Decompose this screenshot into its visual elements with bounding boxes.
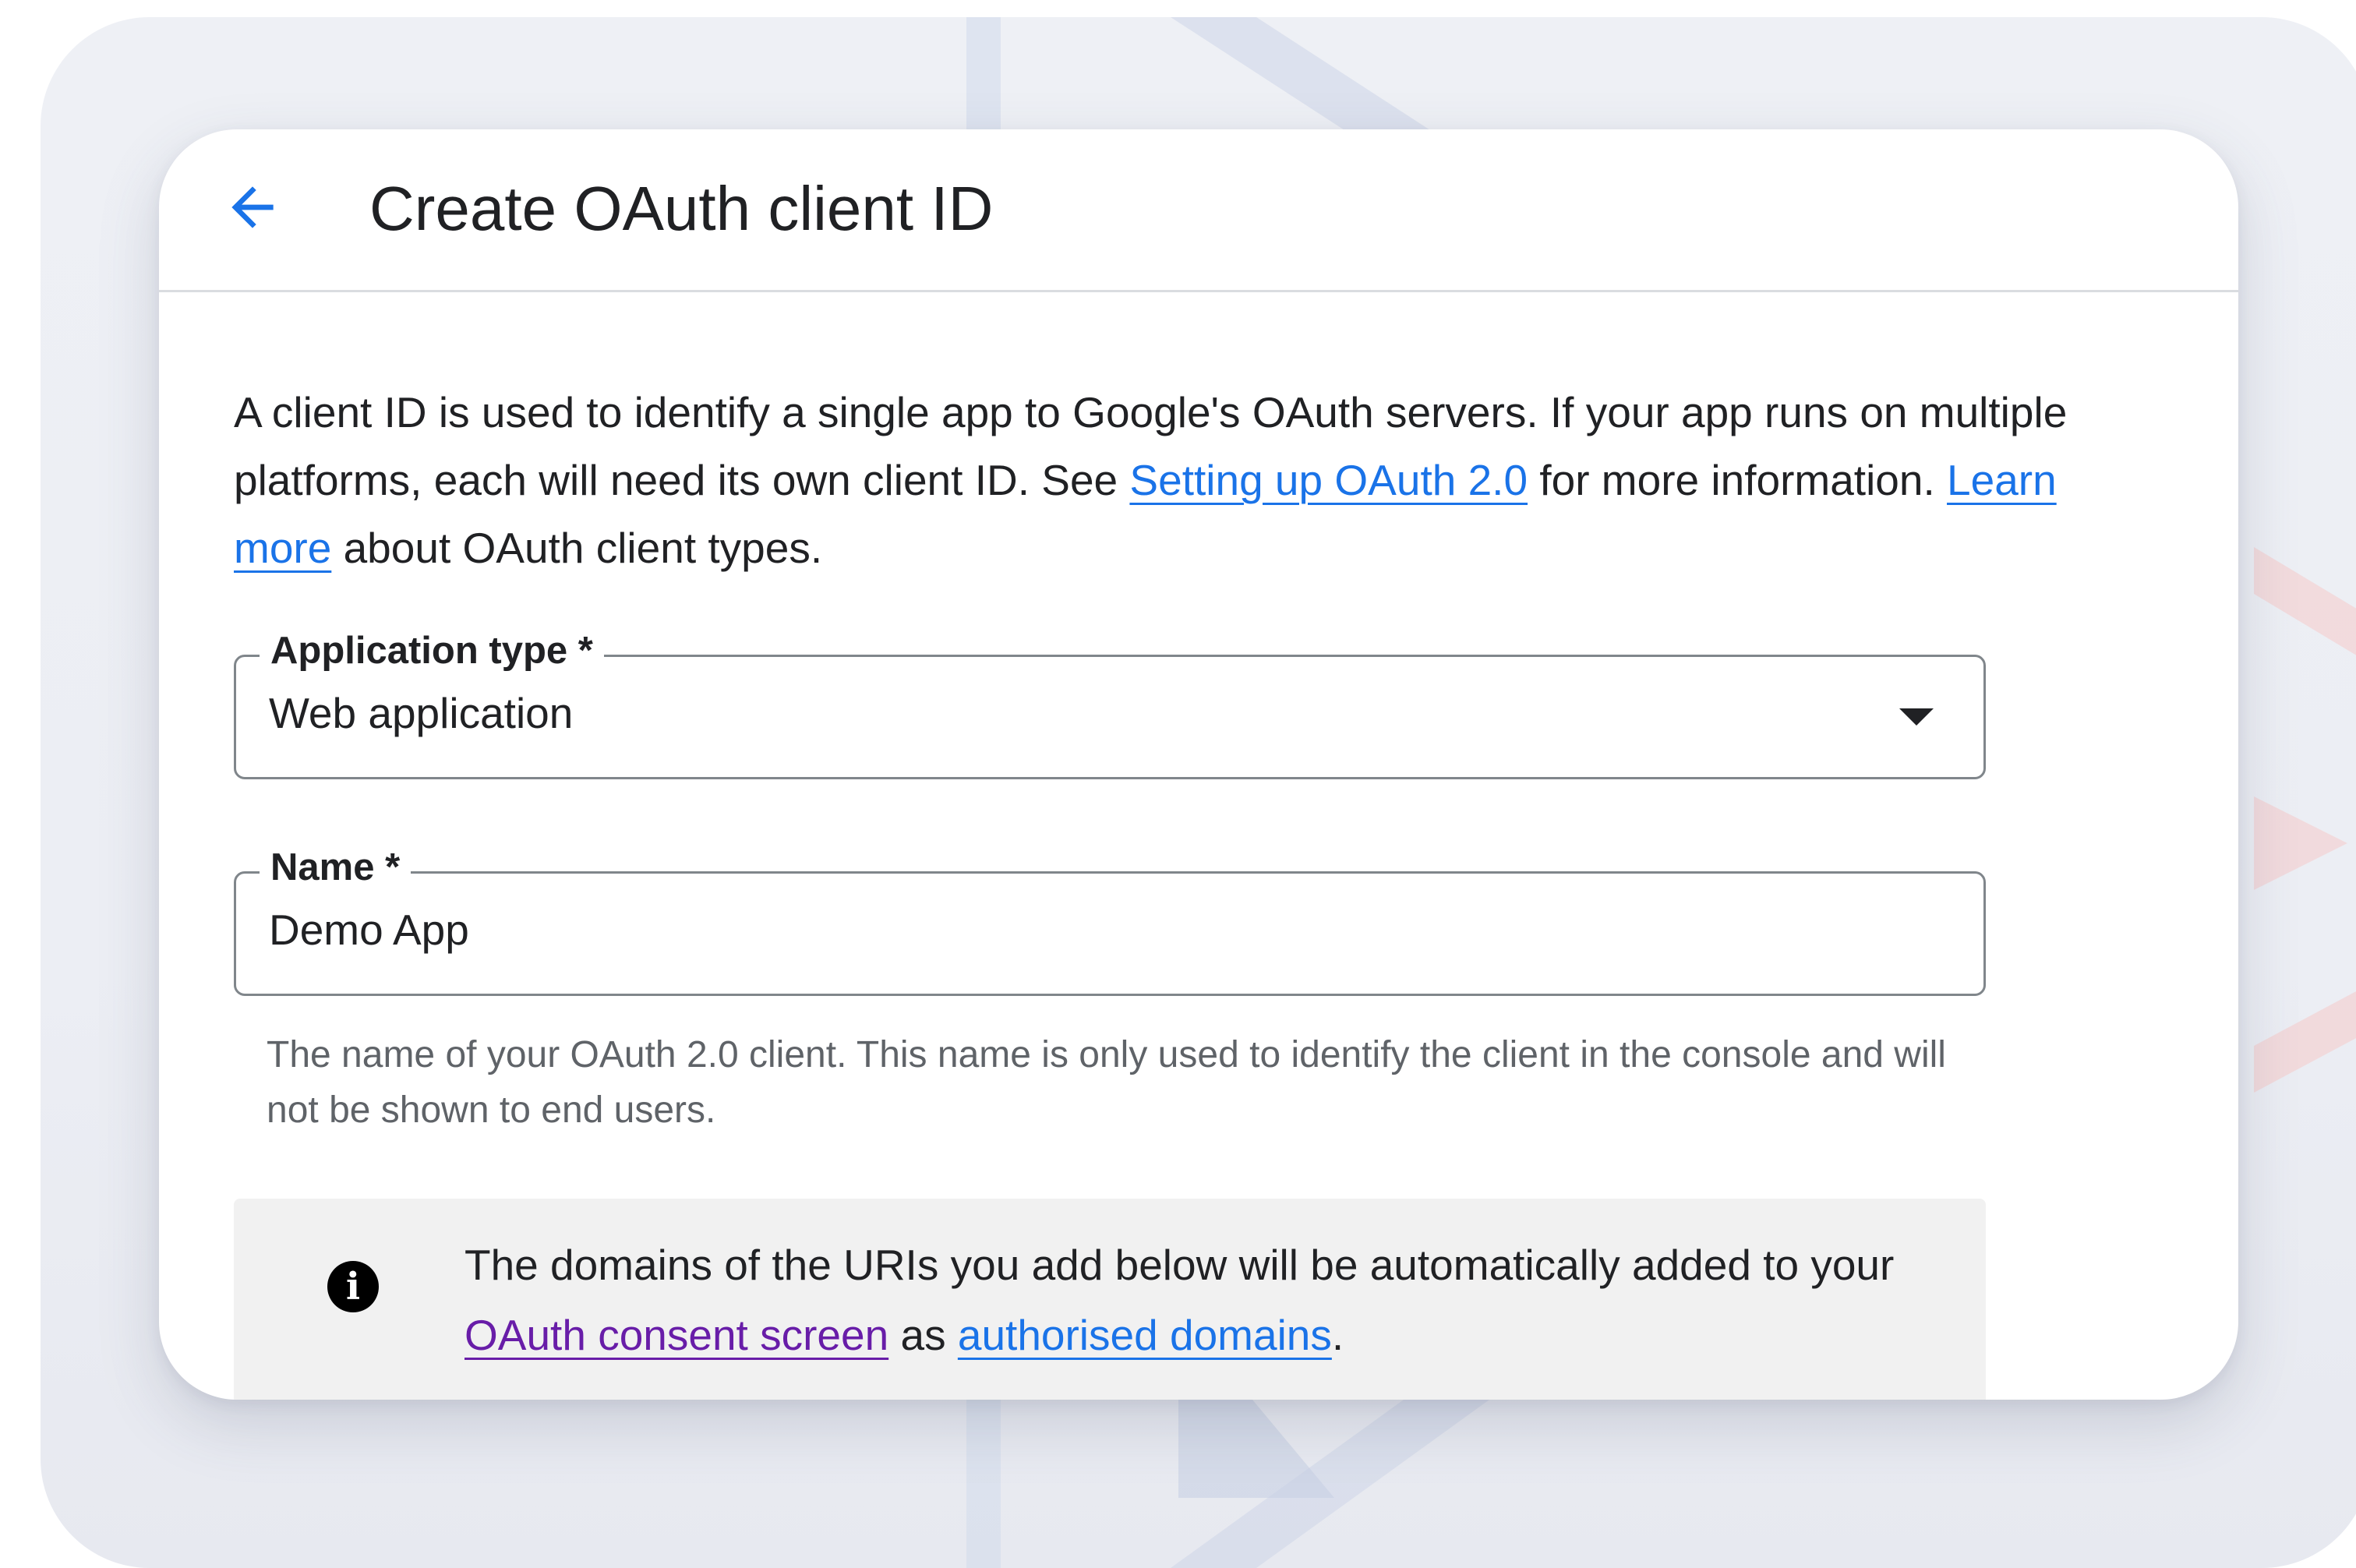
info-banner-text: The domains of the URIs you add below wi… (464, 1230, 1945, 1370)
authorised-domains-link[interactable]: authorised domains (958, 1311, 1332, 1359)
card-header: Create OAuth client ID (159, 129, 2238, 292)
info-text-part-2: as (888, 1311, 958, 1359)
page-title: Create OAuth client ID (369, 174, 994, 243)
arrow-back-icon-glyph (231, 186, 274, 228)
info-banner: i The domains of the URIs you add below … (234, 1199, 1986, 1400)
create-oauth-client-card: Create OAuth client ID A client ID is us… (159, 129, 2238, 1400)
name-value[interactable]: Demo App (269, 899, 469, 961)
oauth-consent-screen-link[interactable]: OAuth consent screen (464, 1311, 888, 1359)
info-text-part-1: The domains of the URIs you add below wi… (464, 1241, 1895, 1289)
intro-text: A client ID is used to identify a single… (234, 379, 2104, 582)
setting-up-oauth-link[interactable]: Setting up OAuth 2.0 (1129, 456, 1528, 504)
arrow-back-icon[interactable] (217, 171, 288, 243)
name-input[interactable]: Name * Demo App (234, 842, 1986, 996)
intro-text-part-3: about OAuth client types. (331, 524, 823, 572)
name-helper-text: The name of your OAuth 2.0 client. This … (267, 1034, 1946, 1131)
application-type-select[interactable]: Application type * Web application (234, 626, 1986, 779)
intro-text-part-2: for more information. (1528, 456, 1948, 504)
application-type-label: Application type * (260, 626, 604, 676)
application-type-value: Web application (269, 689, 574, 737)
info-icon: i (327, 1261, 379, 1312)
name-label: Name * (260, 842, 412, 892)
chevron-down-icon[interactable] (1899, 708, 1934, 726)
info-text-part-3: . (1331, 1311, 1344, 1359)
